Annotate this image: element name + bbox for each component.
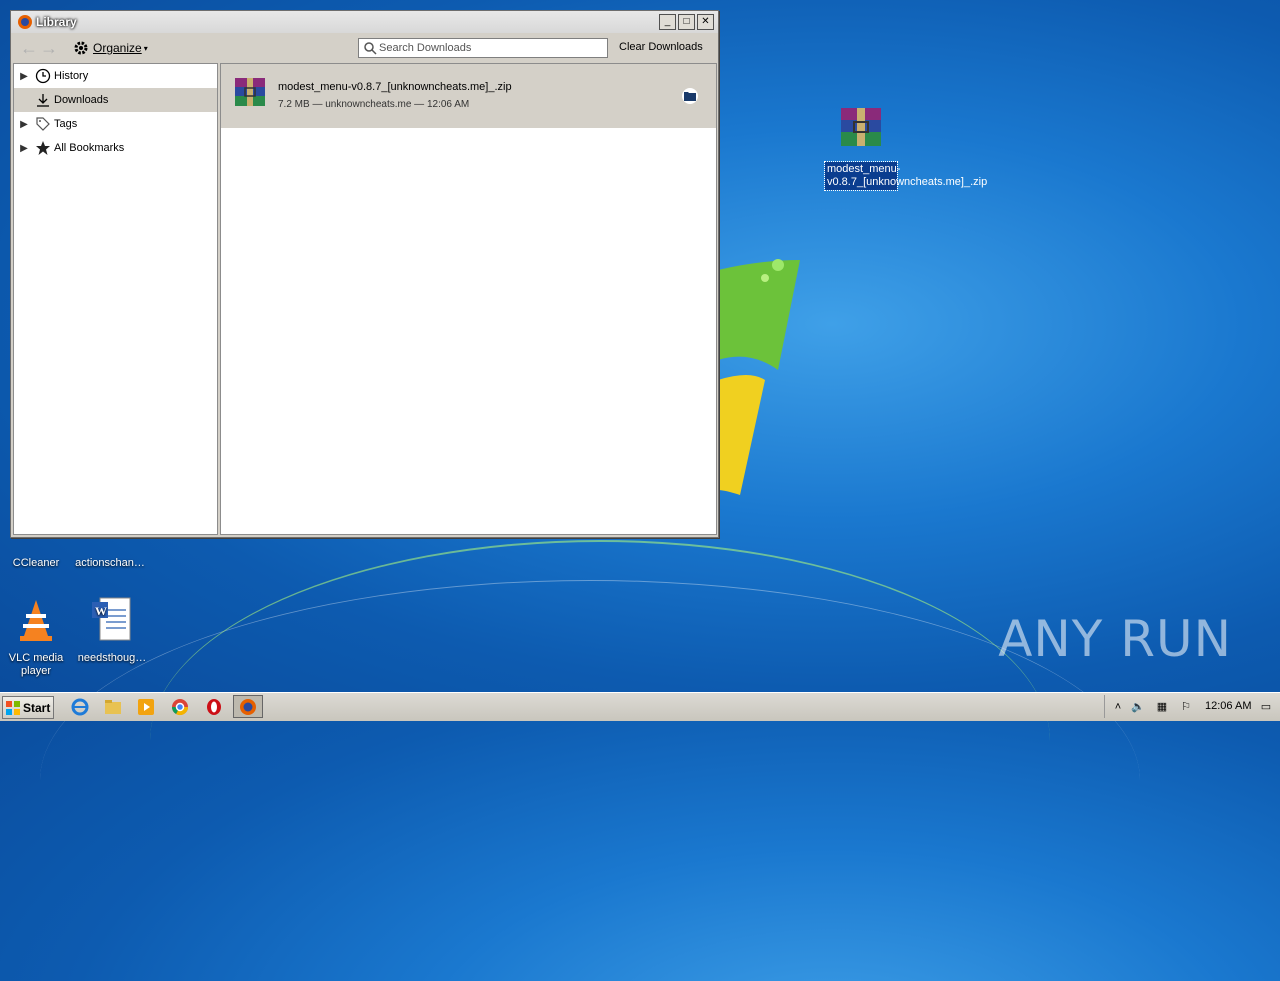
search-icon — [364, 42, 377, 55]
anyrun-watermark: ANY RUN — [998, 610, 1232, 668]
system-tray: ˄ 🔈 ▦ ⚐ 12:06 AM ▭ — [1104, 695, 1277, 718]
window-title: Library — [36, 15, 77, 29]
maximize-button[interactable]: □ — [678, 14, 695, 30]
desktop-icon-zip[interactable]: modest_menu-v0.8.7_[unknowncheats.me]_.z… — [824, 106, 988, 191]
library-window: Library _ □ ✕ ← → Organize ▾ Clear Downl… — [10, 10, 719, 538]
sidebar-item-label: Tags — [54, 118, 78, 130]
desktop-icon-label: actionschan… — [75, 557, 145, 569]
desktop-icon-label: VLC media player — [8, 652, 64, 677]
taskbar-clock[interactable]: 12:06 AM — [1205, 700, 1251, 712]
start-button[interactable]: Start — [2, 696, 54, 719]
sidebar-item-all-bookmarks[interactable]: ▶ All Bookmarks — [14, 136, 217, 160]
network-icon[interactable]: ▦ — [1155, 700, 1169, 714]
download-filename: modest_menu-v0.8.7_[unknowncheats.me]_.z… — [278, 81, 512, 93]
winrar-archive-icon — [235, 78, 265, 106]
search-downloads-box[interactable] — [358, 38, 608, 58]
show-desktop-icon[interactable]: ▭ — [1259, 700, 1273, 714]
chrome-icon[interactable] — [170, 697, 190, 717]
downloads-list: modest_menu-v0.8.7_[unknowncheats.me]_.z… — [220, 63, 717, 535]
sidebar-item-history[interactable]: ▶ History — [14, 64, 217, 88]
forward-arrow-icon[interactable]: → — [39, 38, 59, 58]
svg-text:W: W — [95, 604, 107, 618]
start-label: Start — [23, 700, 51, 715]
vlc-icon — [20, 600, 52, 641]
tag-icon — [34, 115, 52, 133]
star-icon — [34, 139, 52, 157]
organize-label: Organize — [93, 41, 142, 55]
firefox-icon[interactable] — [238, 697, 258, 717]
firefox-icon — [18, 15, 32, 29]
download-item[interactable]: modest_menu-v0.8.7_[unknowncheats.me]_.z… — [221, 64, 716, 128]
internet-explorer-icon[interactable] — [70, 697, 90, 717]
search-downloads-input[interactable] — [377, 42, 601, 54]
desktop-icon-needsthoug[interactable]: W needsthoug… — [76, 596, 148, 665]
clock-icon — [34, 67, 52, 85]
expand-arrow-icon[interactable]: ▶ — [17, 71, 31, 82]
close-button[interactable]: ✕ — [697, 14, 714, 30]
sidebar-item-tags[interactable]: ▶ Tags — [14, 112, 217, 136]
library-toolbar: ← → Organize ▾ Clear Downloads — [11, 33, 718, 63]
explorer-icon[interactable] — [103, 697, 123, 717]
desktop-icon-label: CCleaner — [12, 557, 60, 569]
folder-icon — [684, 92, 696, 101]
organize-menu-button[interactable]: Organize ▾ — [73, 40, 148, 56]
windows-flag-icon — [6, 700, 20, 715]
sidebar-item-label: All Bookmarks — [54, 142, 125, 154]
expand-arrow-icon[interactable]: ▶ — [17, 143, 31, 154]
expand-arrow-icon[interactable]: ▶ — [17, 119, 31, 130]
desktop-icon-label: modest_menu-v0.8.7_[unknowncheats.me]_.z… — [824, 161, 988, 191]
sidebar-item-downloads[interactable]: Downloads — [14, 88, 217, 112]
back-arrow-icon[interactable]: ← — [19, 38, 39, 58]
desktop-icon-label: needsthoug… — [77, 652, 147, 664]
opera-icon[interactable] — [204, 697, 224, 717]
taskbar: Start ˄ 🔈 ▦ ⚐ 12:06 AM ▭ — [0, 692, 1280, 721]
library-sidebar: ▶ History Downloads ▶ Tags ▶ All Bookmar… — [13, 63, 218, 535]
word-document-icon: W — [92, 597, 131, 641]
clear-downloads-button[interactable]: Clear Downloads — [619, 41, 703, 53]
media-player-icon[interactable] — [136, 697, 156, 717]
winrar-archive-icon — [841, 108, 881, 146]
show-hidden-icons-icon[interactable]: ˄ — [1111, 700, 1125, 714]
sidebar-item-label: Downloads — [54, 94, 109, 106]
download-meta: 7.2 MB — unknowncheats.me — 12:06 AM — [278, 99, 470, 110]
sidebar-item-label: History — [54, 70, 89, 82]
gear-icon — [74, 41, 88, 55]
volume-icon[interactable]: 🔈 — [1131, 700, 1145, 714]
download-icon — [34, 91, 52, 109]
action-center-flag-icon[interactable]: ⚐ — [1179, 700, 1193, 714]
open-folder-button[interactable] — [682, 88, 698, 104]
desktop-icon-vlc[interactable]: VLC media player — [0, 596, 72, 678]
dropdown-arrow-icon: ▾ — [143, 43, 148, 53]
desktop-wallpaper-swoosh — [150, 540, 1050, 942]
minimize-button[interactable]: _ — [659, 14, 676, 30]
window-titlebar[interactable]: Library _ □ ✕ — [11, 11, 718, 33]
